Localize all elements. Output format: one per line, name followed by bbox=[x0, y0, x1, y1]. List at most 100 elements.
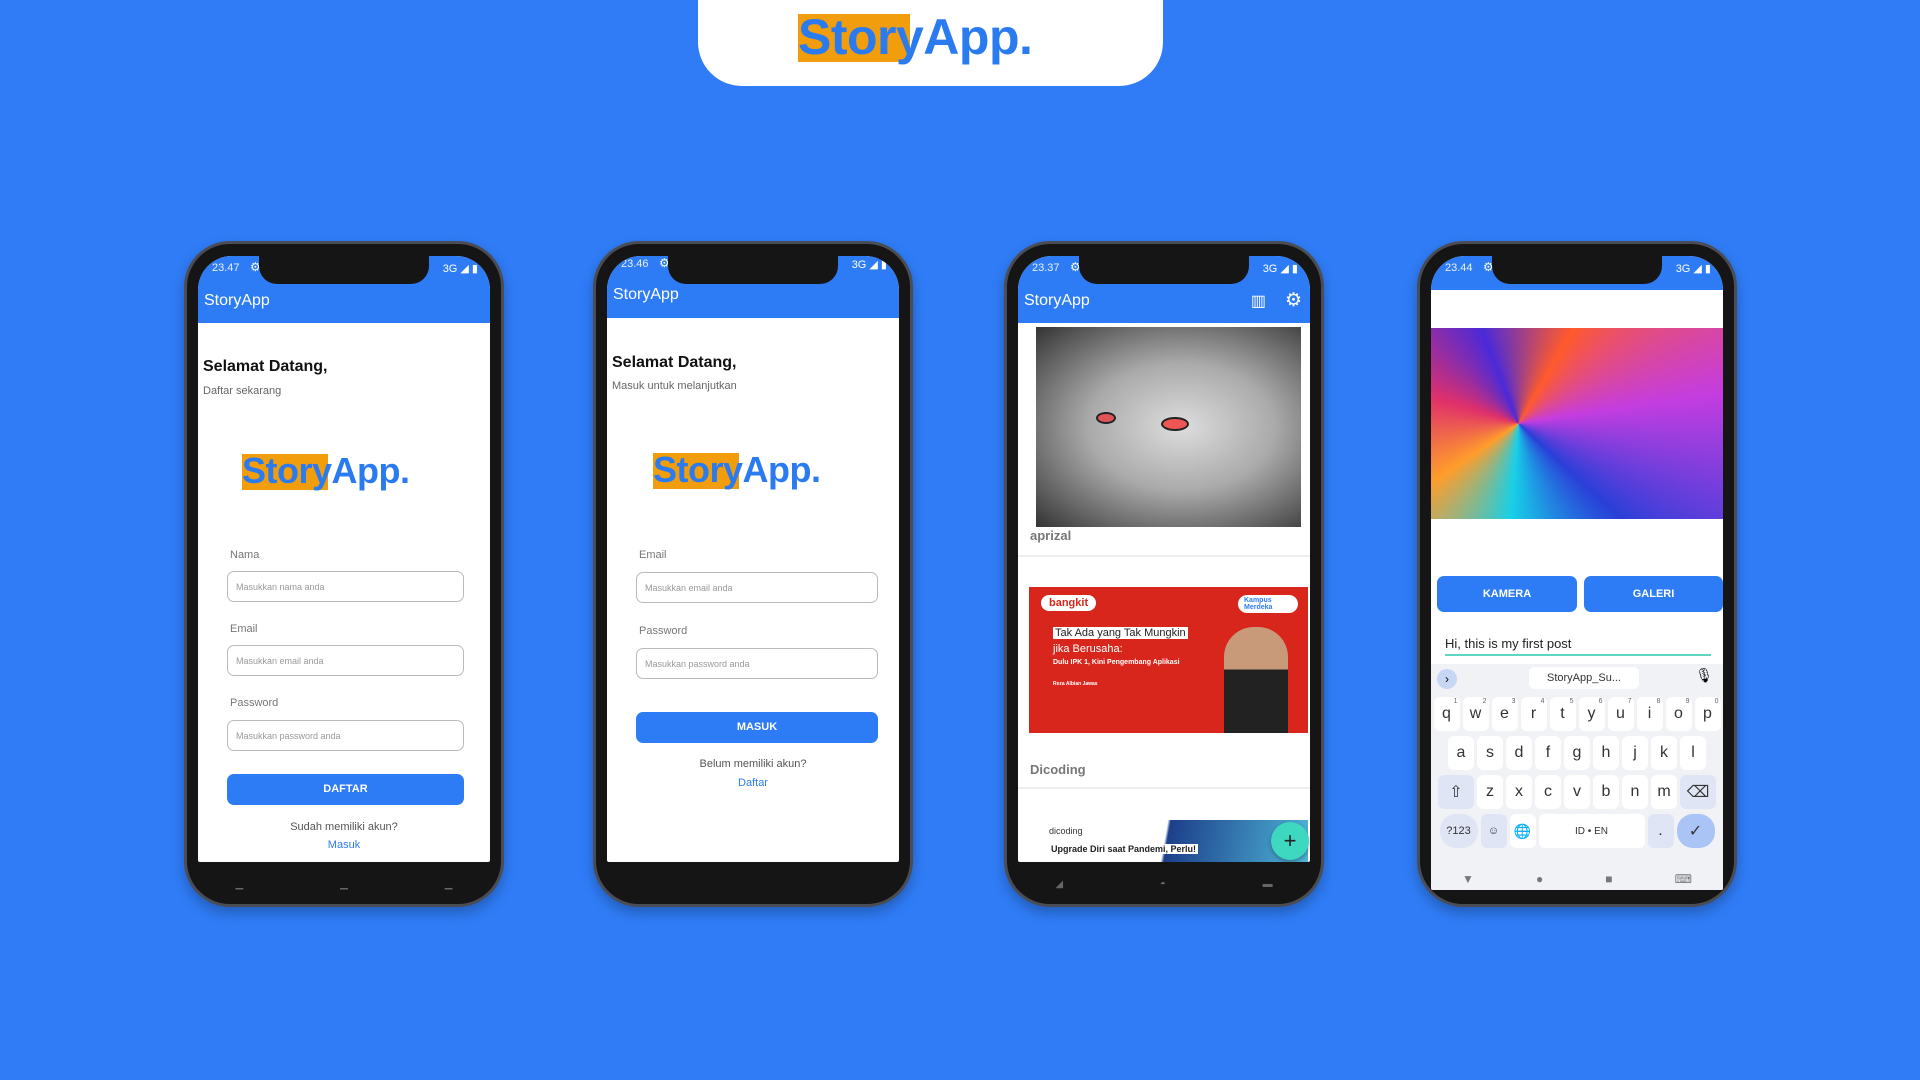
key-hint: 5 bbox=[1569, 698, 1574, 705]
register-button[interactable]: DAFTAR bbox=[227, 774, 464, 805]
key-hint: 8 bbox=[1656, 698, 1661, 705]
key-q[interactable]: q1 bbox=[1433, 697, 1460, 731]
backspace-icon[interactable]: ⌫ bbox=[1680, 775, 1716, 809]
app-title: StoryApp bbox=[204, 292, 270, 309]
key-label: b bbox=[1601, 783, 1611, 800]
status-time: 23.37 bbox=[1032, 262, 1060, 274]
eye-shape bbox=[1096, 412, 1116, 424]
story-image[interactable]: dicoding Upgrade Diri saat Pandemi, Perl… bbox=[1029, 820, 1308, 862]
email-label: Email bbox=[230, 623, 258, 635]
key-label: y bbox=[1587, 705, 1596, 722]
camera-button[interactable]: KAMERA bbox=[1437, 576, 1577, 612]
key-label: d bbox=[1514, 744, 1524, 761]
key-hint: 0 bbox=[1714, 698, 1719, 705]
key-i[interactable]: i8 bbox=[1636, 697, 1663, 731]
key-s[interactable]: s bbox=[1477, 736, 1503, 770]
home-icon[interactable]: ◓ bbox=[1160, 879, 1166, 890]
key-z[interactable]: z bbox=[1477, 775, 1503, 809]
space-key[interactable]: ID • EN bbox=[1538, 814, 1645, 848]
story-image[interactable] bbox=[1036, 327, 1301, 527]
key-p[interactable]: p0 bbox=[1694, 697, 1721, 731]
key-k[interactable]: k bbox=[1651, 736, 1677, 770]
key-w[interactable]: w2 bbox=[1462, 697, 1489, 731]
key-x[interactable]: x bbox=[1506, 775, 1532, 809]
key-hint: 1 bbox=[1453, 698, 1458, 705]
storyapp-logo: StoryApp. bbox=[798, 9, 1033, 65]
recents-icon[interactable]: ▁ bbox=[445, 879, 453, 890]
key-h[interactable]: h bbox=[1593, 736, 1619, 770]
add-story-fab[interactable]: + bbox=[1271, 822, 1309, 860]
key-u[interactable]: u7 bbox=[1607, 697, 1634, 731]
key-m[interactable]: m bbox=[1651, 775, 1677, 809]
notch bbox=[1492, 254, 1662, 284]
email-input[interactable]: Masukkan email anda bbox=[227, 645, 464, 676]
name-input[interactable]: Masukkan nama anda bbox=[227, 571, 464, 602]
back-icon[interactable]: ◢ bbox=[1055, 879, 1063, 890]
key-n[interactable]: n bbox=[1622, 775, 1648, 809]
settings-icon[interactable]: ⚙ bbox=[1285, 289, 1302, 312]
microphone-icon[interactable]: 🎙 bbox=[1695, 667, 1713, 684]
emoji-key[interactable]: ☺ bbox=[1480, 814, 1507, 848]
key-a[interactable]: a bbox=[1448, 736, 1474, 770]
key-hint: 7 bbox=[1627, 698, 1632, 705]
key-label: o bbox=[1674, 705, 1683, 722]
done-check-icon[interactable]: ✓ bbox=[1676, 814, 1715, 848]
notch bbox=[668, 254, 838, 284]
storyapp-logo: StoryApp. bbox=[242, 450, 410, 491]
back-icon[interactable]: ▁ bbox=[235, 879, 243, 890]
back-icon[interactable]: ▼ bbox=[1462, 872, 1474, 886]
eye-shape bbox=[1161, 417, 1189, 431]
login-button[interactable]: MASUK bbox=[636, 712, 878, 743]
app-title: StoryApp bbox=[613, 286, 679, 303]
key-o[interactable]: o9 bbox=[1665, 697, 1692, 731]
period-key[interactable]: . bbox=[1647, 814, 1674, 848]
register-link[interactable]: Daftar bbox=[607, 777, 899, 789]
globe-icon[interactable]: 🌐 bbox=[1509, 814, 1536, 848]
gallery-button[interactable]: GALERI bbox=[1584, 576, 1723, 612]
key-label: p bbox=[1703, 705, 1712, 722]
key-b[interactable]: b bbox=[1593, 775, 1619, 809]
banner-headline-2: jika Berusaha: bbox=[1053, 643, 1123, 655]
divider bbox=[1018, 787, 1310, 789]
key-j[interactable]: j bbox=[1622, 736, 1648, 770]
password-label: Password bbox=[639, 625, 688, 637]
keyboard-row: ⇧ z x c v b n m ⌫ bbox=[1433, 775, 1721, 809]
map-icon[interactable]: ▥ bbox=[1251, 291, 1266, 311]
symbols-key[interactable]: ?123 bbox=[1439, 814, 1478, 848]
key-d[interactable]: d bbox=[1506, 736, 1532, 770]
banner-headline: Tak Ada yang Tak Mungkin bbox=[1053, 627, 1188, 639]
key-r[interactable]: r4 bbox=[1520, 697, 1547, 731]
shift-icon[interactable]: ⇧ bbox=[1438, 775, 1474, 809]
key-c[interactable]: c bbox=[1535, 775, 1561, 809]
login-link[interactable]: Masuk bbox=[198, 839, 490, 851]
key-e[interactable]: e3 bbox=[1491, 697, 1518, 731]
key-label: m bbox=[1657, 783, 1671, 800]
banner-headline: Upgrade Diri saat Pandemi, Perlu! bbox=[1049, 844, 1199, 854]
key-label: i bbox=[1647, 705, 1652, 722]
home-icon[interactable]: ▁ bbox=[340, 879, 348, 890]
email-input[interactable]: Masukkan email anda bbox=[636, 572, 878, 603]
key-v[interactable]: v bbox=[1564, 775, 1590, 809]
key-label: s bbox=[1486, 744, 1494, 761]
password-label: Password bbox=[230, 697, 279, 709]
description-input[interactable]: Hi, this is my first post bbox=[1445, 636, 1711, 656]
recents-icon[interactable]: ■ bbox=[1605, 872, 1612, 886]
password-input[interactable]: Masukkan password anda bbox=[227, 720, 464, 751]
key-y[interactable]: y6 bbox=[1578, 697, 1605, 731]
password-input[interactable]: Masukkan password anda bbox=[636, 648, 878, 679]
name-label: Nama bbox=[230, 549, 260, 561]
key-t[interactable]: t5 bbox=[1549, 697, 1576, 731]
key-l[interactable]: l bbox=[1680, 736, 1706, 770]
status-time: 23.47 bbox=[212, 262, 240, 274]
clipboard-suggestion[interactable]: StoryApp_Su... bbox=[1529, 667, 1639, 689]
story-image[interactable]: bangkit Kampus Merdeka Tak Ada yang Tak … bbox=[1029, 587, 1308, 733]
key-label: c bbox=[1544, 783, 1552, 800]
home-icon[interactable]: ● bbox=[1536, 872, 1543, 886]
key-g[interactable]: g bbox=[1564, 736, 1590, 770]
key-f[interactable]: f bbox=[1535, 736, 1561, 770]
notch bbox=[1079, 254, 1249, 284]
dicoding-logo: dicoding bbox=[1049, 826, 1083, 836]
keyboard-switch-icon[interactable]: ⌨ bbox=[1675, 872, 1692, 886]
recents-icon[interactable]: ▬ bbox=[1263, 879, 1273, 890]
expand-icon[interactable]: › bbox=[1437, 669, 1457, 689]
